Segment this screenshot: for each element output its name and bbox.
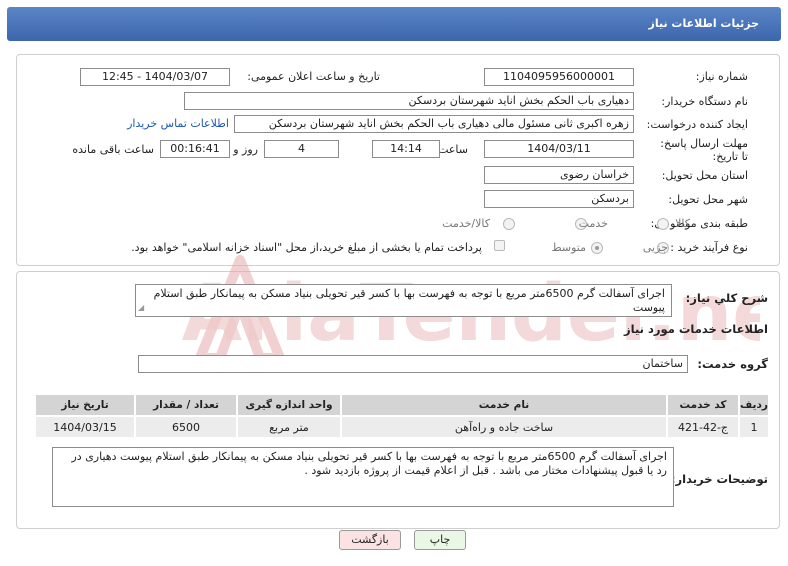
- treasury-payment-checkbox[interactable]: [494, 240, 505, 251]
- column-header-row-number: ردیف: [738, 393, 770, 417]
- cell-row-number: 1: [738, 415, 770, 439]
- buyer-contact-link[interactable]: اطلاعات تماس خریدار: [127, 117, 229, 130]
- services-section-title: اطلاعات خدمات مورد نياز: [624, 322, 768, 336]
- process-label: نوع فرآیند خرید :: [670, 241, 748, 254]
- description-textarea[interactable]: اجرای آسفالت گرم 6500متر مربع با توجه به…: [135, 284, 672, 317]
- resize-grip-icon[interactable]: ◢: [138, 301, 144, 315]
- category-goods-service-radio[interactable]: [503, 218, 515, 230]
- cell-service-name: ساخت جاده و راه‌آهن: [340, 415, 668, 439]
- city-label: شهر محل تحویل:: [668, 193, 748, 206]
- page-title: جزئیات اطلاعات نیاز: [648, 17, 760, 30]
- print-button[interactable]: چاپ: [414, 530, 466, 550]
- days-label: روز و: [233, 143, 258, 156]
- buyer-notes-textarea[interactable]: اجرای آسفالت گرم 6500متر مربع با توجه به…: [52, 447, 674, 507]
- description-label: شرح کلي نياز:: [685, 291, 768, 305]
- time-remaining-field[interactable]: 00:16:41: [160, 140, 230, 158]
- services-table: ردیف کد خدمت نام خدمت واحد اندازه گیری ت…: [34, 393, 770, 439]
- column-header-unit: واحد اندازه گیری: [236, 393, 342, 417]
- column-header-need-date: تاریخ نیاز: [34, 393, 136, 417]
- column-header-service-code: کد خدمت: [666, 393, 740, 417]
- province-label: استان محل تحویل:: [661, 169, 748, 182]
- process-minor-label: جزیی: [642, 241, 668, 254]
- province-field[interactable]: خراسان رضوی: [484, 166, 634, 184]
- process-medium-label: متوسط: [551, 241, 586, 254]
- deadline-time-field[interactable]: 14:14: [372, 140, 440, 158]
- buyer-notes-label: توضیحات خریدار:: [670, 472, 768, 486]
- deadline-date-field[interactable]: 1404/03/11: [484, 140, 634, 158]
- treasury-payment-note: پرداخت تمام یا بخشی از مبلغ خرید،از محل …: [131, 241, 482, 254]
- time-remaining-label: ساعت باقی مانده: [72, 143, 154, 156]
- deadline-label: مهلت ارسال پاسخ: تا تاریخ:: [660, 137, 748, 163]
- cell-quantity: 6500: [134, 415, 238, 439]
- need-number-field[interactable]: 1104095956000001: [484, 68, 634, 86]
- category-goods-label: کالا: [675, 217, 690, 230]
- service-group-field[interactable]: ساختمان: [138, 355, 688, 373]
- category-goods-service-label: کالا/خدمت: [442, 217, 490, 230]
- buyer-org-label: نام دستگاه خریدار:: [661, 95, 748, 108]
- service-group-label: گروه خدمت:: [697, 357, 768, 371]
- category-goods-radio[interactable]: [657, 218, 669, 230]
- category-service-label: خدمت: [578, 217, 608, 230]
- requester-label: ایجاد کننده درخواست:: [646, 118, 748, 131]
- announce-datetime-label: تاریخ و ساعت اعلان عمومی:: [247, 70, 380, 83]
- buyer-notes-text: اجرای آسفالت گرم 6500متر مربع با توجه به…: [71, 450, 667, 477]
- back-button[interactable]: بازگشت: [339, 530, 401, 550]
- buyer-org-field[interactable]: دهیاری باب الحکم بخش اناید شهرستان بردسک…: [184, 92, 634, 110]
- cell-service-code: ج-42-421: [666, 415, 740, 439]
- process-medium-radio[interactable]: [591, 242, 603, 254]
- column-header-service-name: نام خدمت: [340, 393, 668, 417]
- need-number-label: شماره نیاز:: [695, 70, 748, 83]
- description-text: اجرای آسفالت گرم 6500متر مربع با توجه به…: [153, 287, 665, 314]
- column-header-quantity: تعداد / مقدار: [134, 393, 238, 417]
- deadline-time-label: ساعت: [438, 143, 468, 156]
- table-header-row: ردیف کد خدمت نام خدمت واحد اندازه گیری ت…: [34, 393, 770, 417]
- requester-field[interactable]: زهره اکبری ثانی مسئول مالی دهیاری باب ال…: [234, 115, 634, 133]
- announce-datetime-field[interactable]: 1404/03/07 - 12:45: [80, 68, 230, 86]
- days-remaining-field[interactable]: 4: [264, 140, 339, 158]
- page-header: جزئیات اطلاعات نیاز: [7, 7, 781, 41]
- cell-unit: متر مربع: [236, 415, 342, 439]
- city-field[interactable]: بردسکن: [484, 190, 634, 208]
- cell-need-date: 1404/03/15: [34, 415, 136, 439]
- table-row: 1 ج-42-421 ساخت جاده و راه‌آهن متر مربع …: [34, 415, 770, 439]
